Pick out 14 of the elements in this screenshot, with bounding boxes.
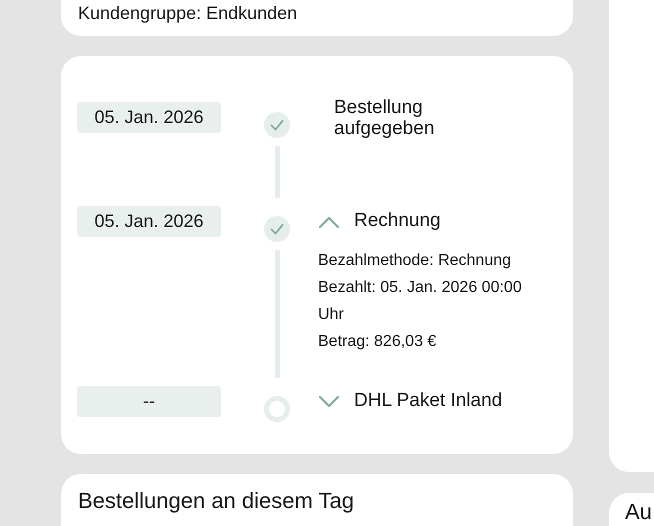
event-toggle[interactable]: Rechnung [318, 206, 550, 237]
date-badge: 05. Jan. 2026 [77, 102, 221, 133]
customer-group-text: Kundengruppe: Endkunden [78, 2, 298, 25]
date-badge: 05. Jan. 2026 [77, 206, 221, 237]
event-toggle[interactable]: DHL Paket Inland [318, 386, 502, 417]
chevron-down-icon [318, 394, 340, 408]
detail-text: Betrag: 826,03 € [318, 332, 438, 352]
card-title: Au [625, 501, 653, 523]
card-title: Bestellungen an diesem Tag [78, 488, 356, 514]
detail-text: Bezahlmethode: Rechnung [318, 251, 512, 271]
detail-text: Bezahlt: 05. Jan. 2026 00:00 Uhr [318, 278, 523, 325]
event-title: Bestellung aufgegeben [334, 97, 436, 139]
chevron-up-icon [318, 214, 340, 228]
date-badge: -- [77, 386, 221, 417]
